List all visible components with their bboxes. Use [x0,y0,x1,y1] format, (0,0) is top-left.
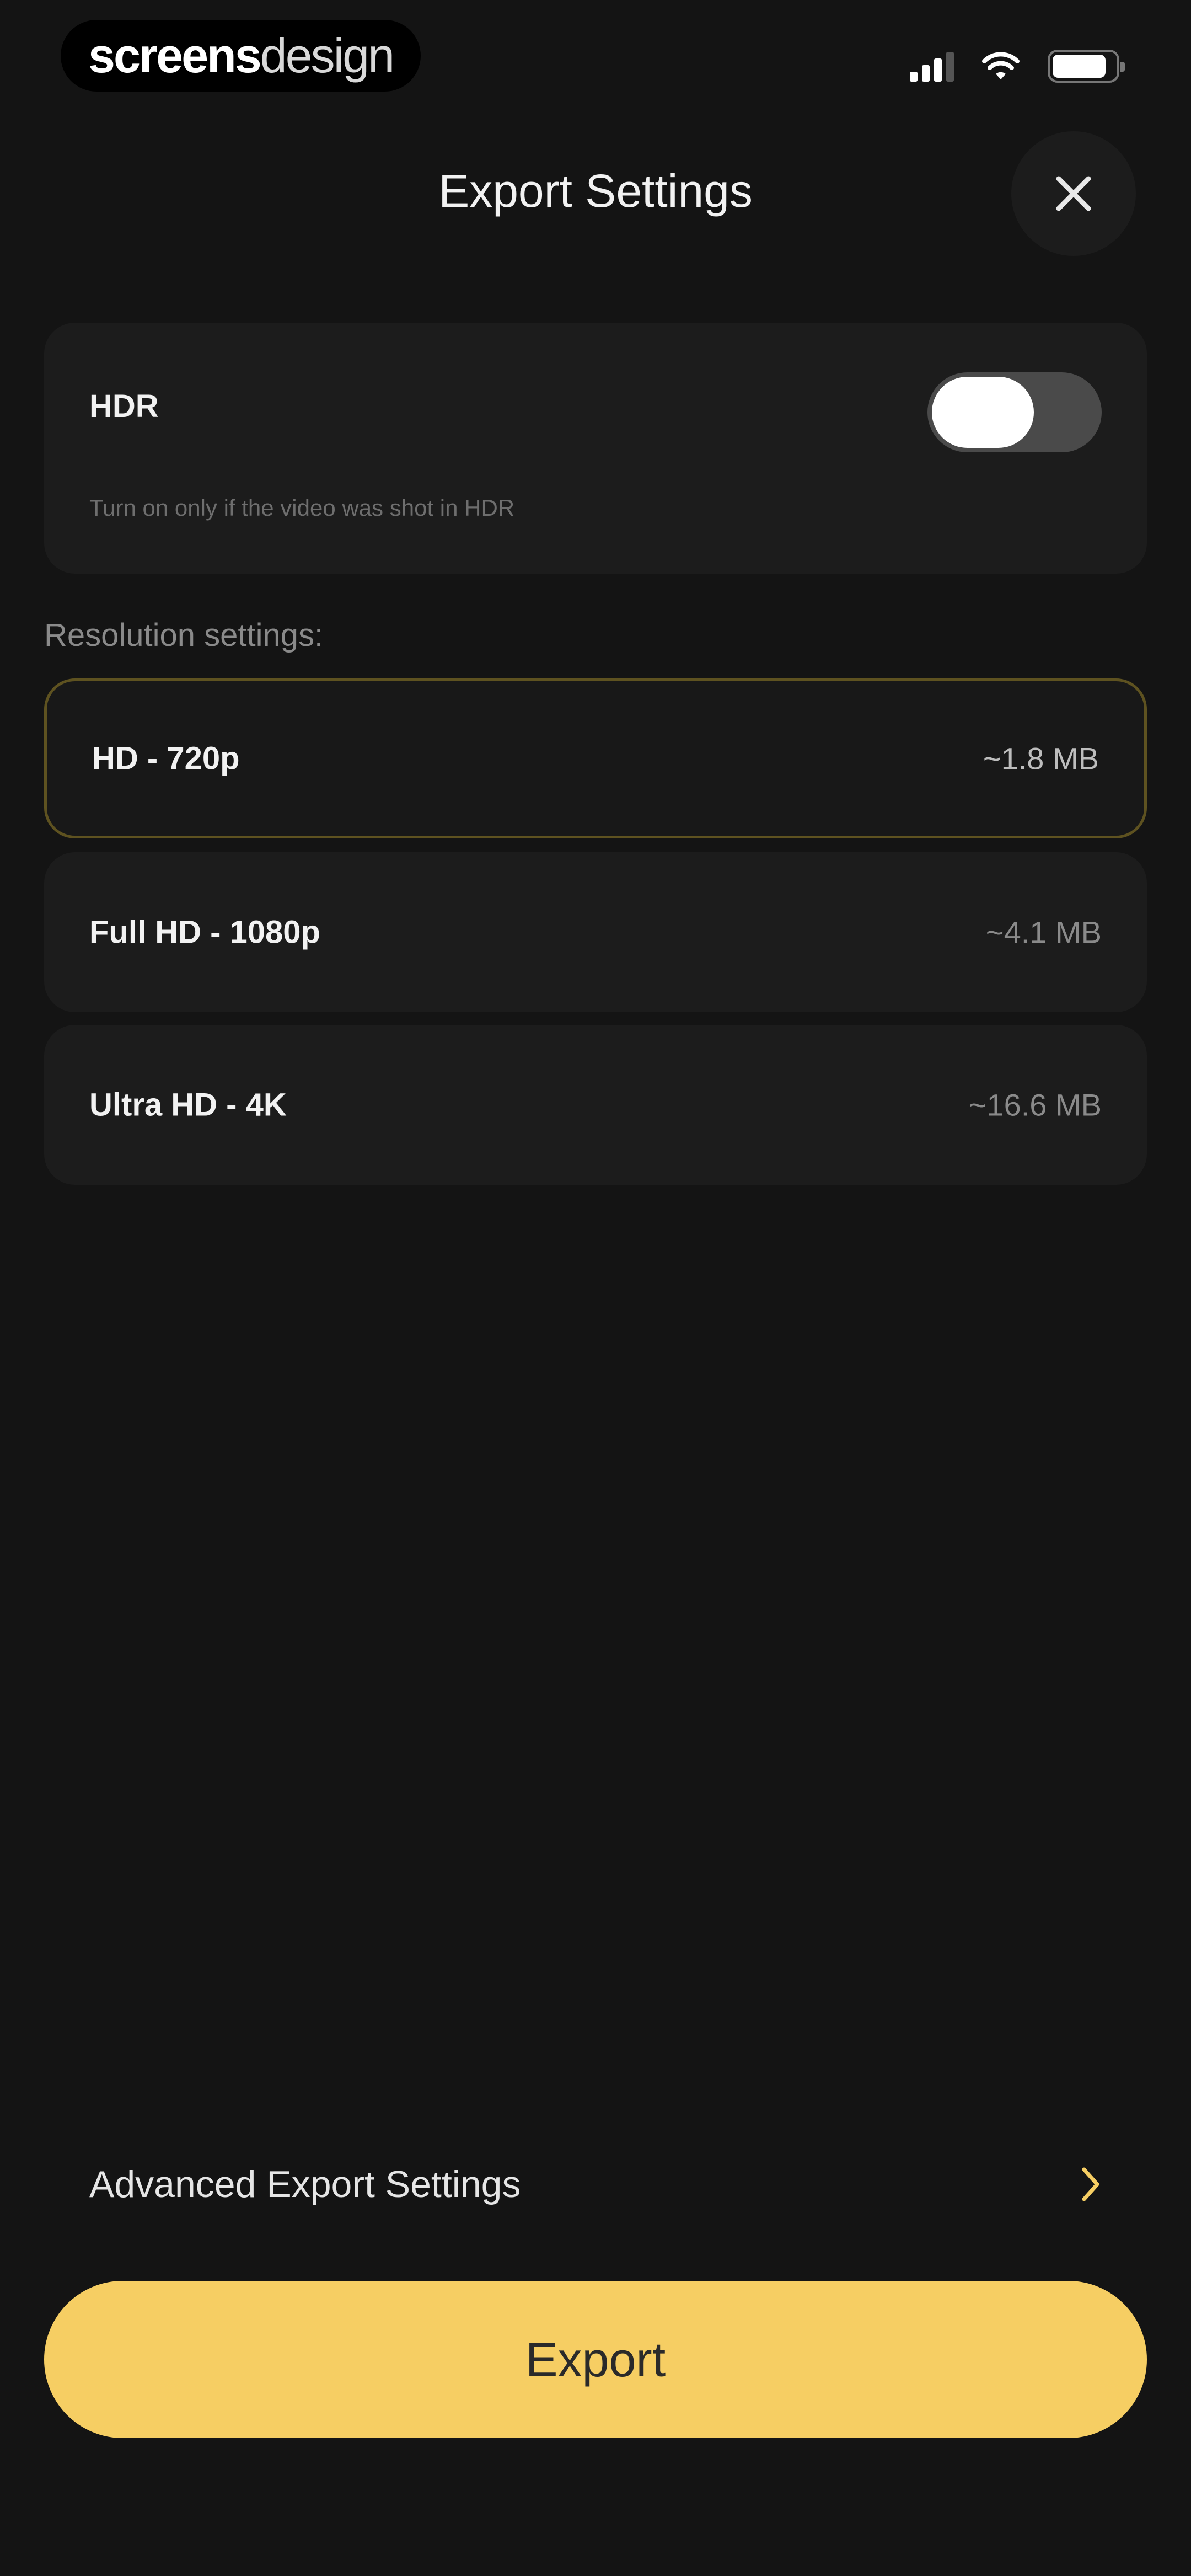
export-settings-screen: screens design Export Settings HDR Turn o… [0,0,1191,2576]
battery-icon [1048,50,1125,83]
resolution-size: ~1.8 MB [983,741,1099,776]
resolution-option-ultra-hd-4k[interactable]: Ultra HD - 4K ~16.6 MB [44,1025,1147,1185]
hdr-label: HDR [89,388,159,424]
close-icon [1056,176,1091,211]
brand-bold-text: screens [88,28,262,83]
close-button[interactable] [1011,131,1136,256]
chevron-right-icon [1082,2167,1099,2201]
resolution-section-label: Resolution settings: [44,617,324,653]
wifi-icon [982,52,1020,79]
resolution-size: ~4.1 MB [985,915,1102,950]
resolution-size: ~16.6 MB [968,1087,1102,1123]
battery-level [1053,55,1106,78]
signal-icon [910,51,954,82]
resolution-name: Full HD - 1080p [89,914,320,950]
advanced-export-settings-row[interactable]: Advanced Export Settings [44,2135,1147,2234]
resolution-name: HD - 720p [92,740,240,777]
status-icons [910,50,1125,83]
resolution-option-full-hd-1080p[interactable]: Full HD - 1080p ~4.1 MB [44,852,1147,1012]
resolution-option-hd-720p[interactable]: HD - 720p ~1.8 MB [44,678,1147,838]
toggle-knob [932,377,1034,448]
export-button[interactable]: Export [44,2281,1147,2438]
hdr-card: HDR Turn on only if the video was shot i… [44,323,1147,574]
resolution-name: Ultra HD - 4K [89,1087,287,1123]
advanced-export-settings-label: Advanced Export Settings [89,2163,521,2205]
brand-regular-text: design [260,28,395,83]
export-button-label: Export [525,2332,666,2387]
brand-watermark: screens design [61,20,421,92]
hdr-hint: Turn on only if the video was shot in HD… [89,495,515,521]
hdr-toggle[interactable] [927,372,1102,452]
